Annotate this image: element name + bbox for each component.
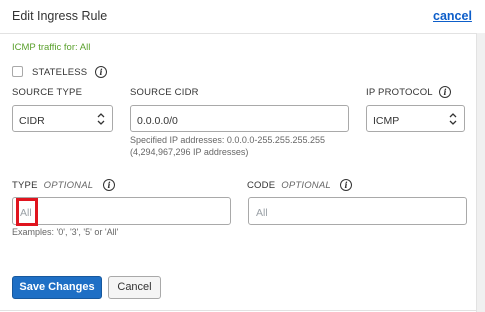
- info-icon[interactable]: i: [95, 66, 107, 78]
- source-cidr-value: 0.0.0.0/0: [137, 115, 178, 127]
- source-type-select[interactable]: CIDR: [12, 105, 113, 132]
- ip-protocol-label: IP PROTOCOL: [366, 87, 433, 98]
- ip-protocol-select[interactable]: ICMP: [366, 105, 465, 132]
- type-help: Examples: '0', '3', '5' or 'All': [12, 227, 119, 237]
- info-icon[interactable]: i: [340, 179, 352, 191]
- source-type-label: SOURCE TYPE: [12, 87, 83, 98]
- ip-protocol-value: ICMP: [373, 115, 400, 127]
- type-label: TYPE OPTIONAL: [12, 180, 93, 191]
- type-optional: OPTIONAL: [43, 180, 94, 191]
- source-cidr-label: SOURCE CIDR: [130, 87, 199, 98]
- code-label-text: CODE: [247, 180, 276, 191]
- save-changes-button[interactable]: Save Changes: [12, 276, 102, 299]
- type-label-text: TYPE: [12, 180, 38, 191]
- code-placeholder: All: [256, 207, 268, 219]
- source-type-value: CIDR: [19, 115, 45, 127]
- select-arrows-icon: [97, 113, 105, 125]
- type-input[interactable]: All: [12, 197, 231, 225]
- scrollbar[interactable]: [476, 33, 485, 312]
- code-input[interactable]: All: [248, 197, 467, 225]
- source-cidr-help-2: (4,294,967,296 IP addresses): [130, 147, 249, 157]
- bottom-divider: [0, 310, 476, 311]
- info-text: ICMP traffic for: All: [12, 42, 91, 53]
- source-cidr-help-1: Specified IP addresses: 0.0.0.0-255.255.…: [130, 135, 325, 145]
- code-optional: OPTIONAL: [281, 180, 331, 191]
- cancel-link[interactable]: cancel: [433, 9, 472, 23]
- red-highlight-box: [16, 198, 38, 226]
- code-label: CODE OPTIONAL: [247, 180, 331, 191]
- select-arrows-icon: [449, 113, 457, 125]
- stateless-label: STATELESS: [32, 67, 88, 78]
- info-icon[interactable]: i: [439, 86, 451, 98]
- source-cidr-input[interactable]: 0.0.0.0/0: [130, 105, 349, 132]
- stateless-checkbox[interactable]: [12, 66, 23, 77]
- info-icon[interactable]: i: [103, 179, 115, 191]
- dialog-title: Edit Ingress Rule: [12, 9, 108, 23]
- cancel-button[interactable]: Cancel: [108, 276, 161, 299]
